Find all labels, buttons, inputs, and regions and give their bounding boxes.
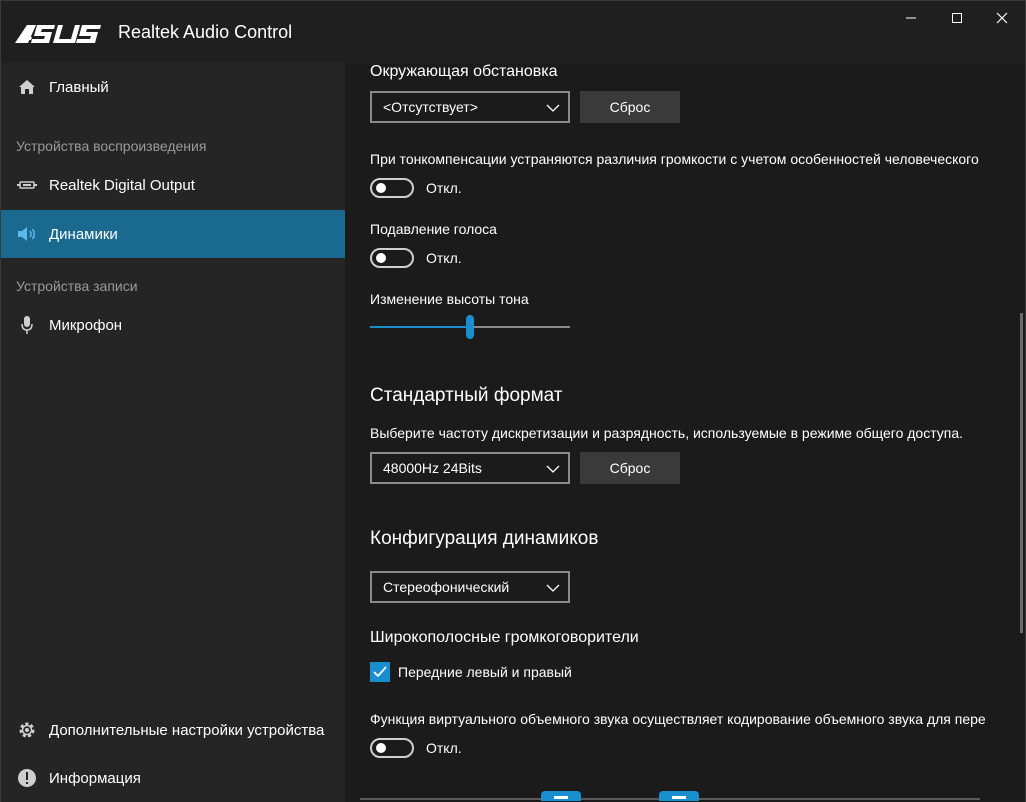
- sidebar-item-label: Информация: [49, 769, 141, 787]
- sidebar-item-label: Динамики: [49, 225, 118, 243]
- equalizer-handle[interactable]: [659, 791, 699, 801]
- virtual-surround-toggle[interactable]: [370, 738, 414, 758]
- speaker-config-select[interactable]: Стереофонический: [370, 571, 570, 603]
- environment-title: Окружающая обстановка: [370, 63, 558, 80]
- minimize-icon: [906, 17, 916, 19]
- chevron-down-icon: [546, 465, 560, 473]
- info-icon: [17, 768, 37, 788]
- title-bar: Realtek Audio Control: [1, 1, 1025, 63]
- environment-select[interactable]: <Отсутствует>: [370, 91, 570, 123]
- front-lr-checkbox[interactable]: [370, 662, 390, 682]
- home-icon: [17, 77, 37, 97]
- default-format-select[interactable]: 48000Hz 24Bits: [370, 452, 570, 484]
- content-scrollbar[interactable]: [1020, 313, 1023, 633]
- sidebar-item-info[interactable]: Информация: [1, 754, 345, 802]
- environment-reset-button[interactable]: Сброс: [580, 91, 680, 123]
- asus-logo: [15, 25, 101, 43]
- select-value: 48000Hz 24Bits: [383, 460, 482, 476]
- sidebar-item-label: Микрофон: [49, 316, 123, 334]
- loudness-state: Откл.: [426, 180, 462, 196]
- pitch-title: Изменение высоты тона: [370, 291, 529, 307]
- pitch-slider[interactable]: [370, 315, 570, 339]
- maximize-button[interactable]: [934, 1, 980, 35]
- chevron-down-icon: [546, 584, 560, 592]
- front-lr-label: Передние левый и правый: [398, 664, 572, 680]
- speaker-config-title: Конфигурация динамиков: [370, 528, 599, 549]
- sidebar-item-label: Главный: [49, 78, 109, 96]
- select-value: Стереофонический: [383, 579, 510, 595]
- sidebar: Главный Устройства воспроизведения Realt…: [1, 63, 345, 802]
- equalizer-handle[interactable]: [541, 791, 581, 801]
- maximize-icon: [952, 13, 962, 23]
- sidebar-item-digital-output[interactable]: Realtek Digital Output: [1, 161, 345, 209]
- sidebar-item-label: Realtek Digital Output: [49, 176, 195, 194]
- checkmark-icon: [373, 666, 387, 678]
- record-section-header: Устройства записи: [16, 278, 138, 294]
- fullrange-title: Широкополосные громкоговорители: [370, 629, 639, 646]
- sidebar-item-advanced-settings[interactable]: Дополнительные настройки устройства: [1, 706, 345, 754]
- speaker-icon: [17, 224, 37, 244]
- virtual-surround-state: Откл.: [426, 740, 462, 756]
- sidebar-item-speakers[interactable]: Динамики: [1, 210, 345, 258]
- voice-cancel-toggle[interactable]: [370, 248, 414, 268]
- voice-cancel-title: Подавление голоса: [370, 221, 497, 237]
- slider-thumb[interactable]: [466, 315, 474, 339]
- select-value: <Отсутствует>: [383, 99, 478, 115]
- loudness-toggle[interactable]: [370, 178, 414, 198]
- digital-output-icon: [17, 175, 37, 195]
- minimize-button[interactable]: [888, 1, 934, 35]
- virtual-surround-description: Функция виртуального объемного звука осу…: [370, 711, 986, 727]
- toggle-knob: [376, 743, 386, 753]
- gear-icon: [17, 720, 37, 740]
- sidebar-item-label: Дополнительные настройки устройства: [49, 721, 325, 739]
- toggle-knob: [376, 183, 386, 193]
- microphone-icon: [17, 315, 37, 335]
- default-format-reset-button[interactable]: Сброс: [580, 452, 680, 484]
- slider-fill: [370, 326, 470, 328]
- close-button[interactable]: [979, 1, 1025, 35]
- main-content: Окружающая обстановка <Отсутствует> Сбро…: [345, 63, 1025, 802]
- voice-cancel-state: Откл.: [426, 250, 462, 266]
- app-title: Realtek Audio Control: [118, 22, 293, 42]
- app-window: Realtek Audio Control Главный Устройства…: [0, 0, 1026, 802]
- toggle-knob: [376, 253, 386, 263]
- loudness-description: При тонкомпенсации устраняются различия …: [370, 151, 979, 167]
- playback-section-header: Устройства воспроизведения: [16, 138, 207, 154]
- sidebar-item-microphone[interactable]: Микрофон: [1, 301, 345, 349]
- close-icon: [996, 12, 1008, 24]
- default-format-description: Выберите частоту дискретизации и разрядн…: [370, 425, 964, 441]
- default-format-title: Стандартный формат: [370, 385, 563, 406]
- sidebar-item-home[interactable]: Главный: [1, 63, 345, 111]
- chevron-down-icon: [546, 104, 560, 112]
